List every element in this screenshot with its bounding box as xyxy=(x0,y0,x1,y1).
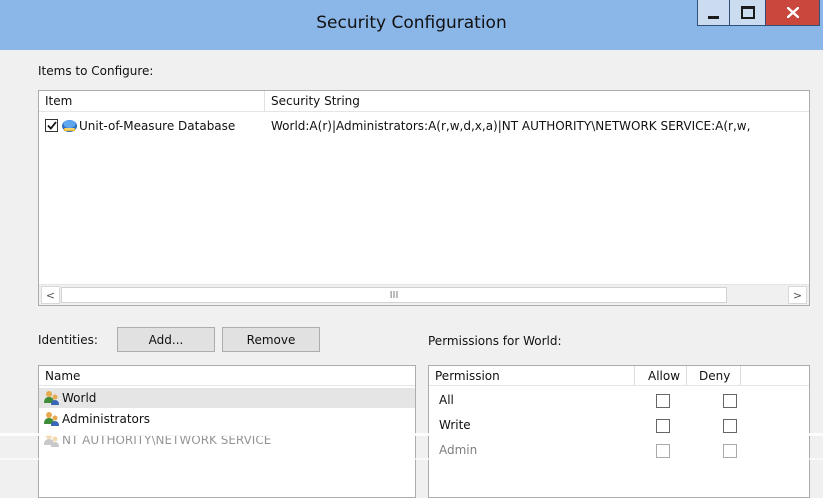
identities-list[interactable]: Name World Administrators NT AUTHORITY\N… xyxy=(38,365,416,498)
checkmark-icon xyxy=(46,121,57,130)
allow-checkbox[interactable] xyxy=(656,444,670,458)
column-header-permission[interactable]: Permission xyxy=(429,366,635,386)
column-header-security-string[interactable]: Security String xyxy=(265,91,809,112)
deny-checkbox[interactable] xyxy=(723,419,737,433)
horizontal-scrollbar[interactable]: < III > xyxy=(39,284,809,305)
close-icon xyxy=(786,7,799,18)
permission-name: All xyxy=(439,393,454,407)
permissions-list[interactable]: Permission Allow Deny All Write Admin xyxy=(428,365,810,498)
deny-checkbox[interactable] xyxy=(723,444,737,458)
column-header-deny[interactable]: Deny xyxy=(687,366,741,386)
close-button[interactable] xyxy=(766,0,820,26)
column-header-name[interactable]: Name xyxy=(39,366,415,386)
scroll-right-button[interactable]: > xyxy=(788,286,807,304)
security-configuration-window: Security Configuration Items to Configur… xyxy=(0,0,823,498)
rendering-artifact xyxy=(0,433,823,436)
identity-name: Administrators xyxy=(62,412,151,426)
scroll-thumb[interactable]: III xyxy=(61,287,727,303)
permission-name: Admin xyxy=(439,443,478,457)
permissions-label: Permissions for World: xyxy=(428,334,562,348)
scroll-left-button[interactable]: < xyxy=(41,286,60,304)
remove-identity-button[interactable]: Remove xyxy=(222,327,320,352)
maximize-button[interactable] xyxy=(730,0,766,26)
deny-checkbox[interactable] xyxy=(723,394,737,408)
permission-name: Write xyxy=(439,418,471,432)
permissions-header-divider xyxy=(429,385,809,386)
database-icon xyxy=(61,117,78,134)
identity-name: World xyxy=(62,391,97,405)
identities-label: Identities: xyxy=(38,333,98,347)
item-checkbox[interactable] xyxy=(45,119,58,132)
item-security-string: World:A(r)|Administrators:A(r,w,d,x,a)|N… xyxy=(271,119,751,133)
permission-row-all: All xyxy=(429,390,809,413)
column-header-item[interactable]: Item xyxy=(39,91,265,112)
column-header-allow[interactable]: Allow xyxy=(635,366,687,386)
items-list[interactable]: Item Security String Unit-of-Measure Dat… xyxy=(38,90,810,306)
minimize-icon xyxy=(708,15,719,19)
minimize-button[interactable] xyxy=(697,0,730,26)
rendering-artifact xyxy=(0,458,823,460)
add-identity-button[interactable]: Add... xyxy=(117,327,215,352)
items-to-configure-label: Items to Configure: xyxy=(38,64,154,78)
identity-item-world[interactable]: World xyxy=(39,388,415,408)
identities-header-divider xyxy=(39,385,415,386)
header-divider xyxy=(39,111,809,112)
allow-checkbox[interactable] xyxy=(656,419,670,433)
item-row[interactable]: Unit-of-Measure Database World:A(r)|Admi… xyxy=(39,115,809,137)
grip-icon: III xyxy=(389,289,399,301)
maximize-icon xyxy=(740,6,755,19)
allow-checkbox[interactable] xyxy=(656,394,670,408)
item-name: Unit-of-Measure Database xyxy=(79,119,236,133)
chevron-left-icon: < xyxy=(45,288,56,302)
title-bar[interactable]: Security Configuration xyxy=(0,0,823,50)
chevron-right-icon: > xyxy=(792,288,803,302)
identity-item-administrators[interactable]: Administrators xyxy=(39,409,415,429)
